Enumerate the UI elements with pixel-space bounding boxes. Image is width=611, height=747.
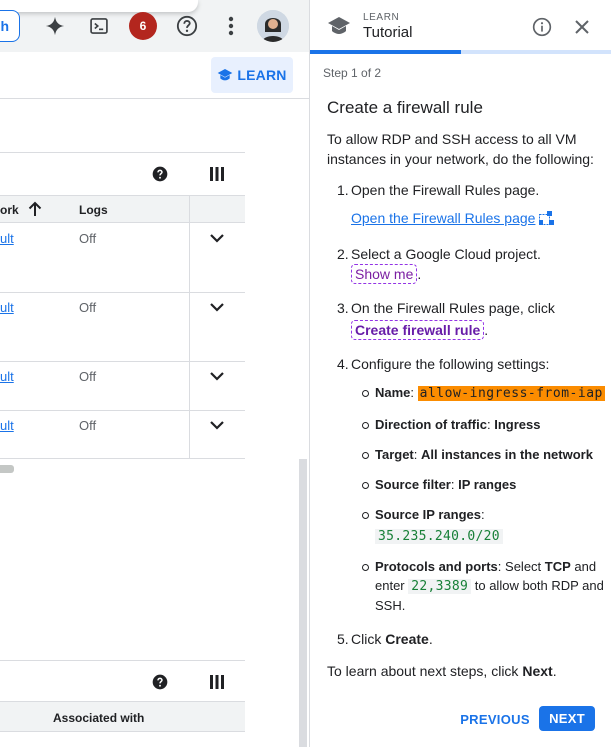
ports-code: 22,3389	[408, 579, 472, 594]
step-1-text: Open the Firewall Rules page.	[351, 182, 540, 198]
setting-value: Ingress	[494, 417, 541, 432]
close-icon[interactable]	[574, 19, 590, 40]
progress-bar	[310, 50, 611, 54]
setting-value: TCP	[544, 559, 571, 574]
more-vert-icon[interactable]	[216, 11, 246, 41]
setting-label: Source filter	[375, 477, 451, 492]
network-link[interactable]: ult	[0, 418, 14, 433]
panel-title: Tutorial	[363, 24, 413, 41]
table-help-icon[interactable]	[149, 671, 171, 693]
source-ip-code: 35.235.240.0/20	[375, 529, 503, 544]
setting-label: Target	[375, 447, 414, 462]
footer-prefix: To learn about next steps, click	[327, 663, 523, 679]
expand-chevron-icon[interactable]	[207, 297, 227, 317]
graduation-cap-icon	[327, 16, 351, 41]
show-me-button[interactable]: Show me	[351, 264, 418, 284]
setting-value: All instances in the network	[421, 447, 593, 462]
notifications-badge[interactable]: 6	[129, 12, 157, 40]
list-item: 2. Select a Google Cloud project. Show m…	[337, 246, 541, 284]
next-steps-text: To learn about next steps, click Next.	[327, 663, 557, 679]
list-item: 3. On the Firewall Rules page, click Cre…	[337, 300, 555, 340]
step-5-text: Click	[351, 631, 386, 647]
help-icon[interactable]	[172, 11, 202, 41]
progress-fill	[310, 50, 461, 54]
setting-label: Protocols and ports	[375, 559, 498, 574]
column-display-icon[interactable]	[206, 163, 228, 185]
logs-value: Off	[79, 300, 97, 315]
column-header-network[interactable]: ork	[0, 203, 19, 217]
logs-value: Off	[79, 369, 97, 384]
column-header-associated-with[interactable]: Associated with	[53, 711, 144, 725]
expand-chevron-icon[interactable]	[207, 415, 227, 435]
divider	[0, 660, 245, 661]
table-header: ork Logs	[0, 195, 245, 223]
setting-value: IP ranges	[458, 477, 517, 492]
horizontal-scrollbar[interactable]	[0, 465, 14, 473]
divider	[0, 98, 309, 99]
divider	[189, 195, 190, 459]
network-link[interactable]: ult	[0, 369, 14, 384]
tutorial-panel: LEARN Tutorial Step 1 of 2 Create a fire…	[309, 0, 611, 747]
step-2-text: Select a Google Cloud project.	[351, 246, 541, 262]
step-4-text: Configure the following settings:	[351, 356, 550, 372]
setting-label: Name	[375, 385, 411, 400]
avatar[interactable]	[257, 10, 289, 42]
network-link[interactable]: ult	[0, 300, 14, 315]
tutorial-heading: Create a firewall rule	[327, 98, 483, 117]
divider	[0, 152, 245, 153]
row-divider	[0, 292, 245, 293]
tutorial-intro: To allow RDP and SSH access to all VM in…	[327, 131, 594, 167]
list-item: Source filter: IP ranges	[351, 475, 607, 494]
previous-button[interactable]: PREVIOUS	[449, 707, 541, 731]
sort-arrow-up-icon[interactable]	[28, 201, 42, 222]
expand-chevron-icon[interactable]	[207, 228, 227, 248]
step-3-text: On the Firewall Rules page, click	[351, 300, 555, 316]
network-link[interactable]: ult	[0, 231, 14, 246]
setting-label: Source IP ranges	[375, 507, 481, 522]
step-5-bold: Create	[385, 631, 429, 647]
gemini-sparkle-icon[interactable]	[40, 11, 70, 41]
expand-chevron-icon[interactable]	[207, 366, 227, 386]
graduation-cap-icon	[218, 69, 233, 81]
list-item: 1. Open the Firewall Rules page. Open th…	[327, 180, 607, 230]
row-divider	[0, 410, 245, 411]
firewall-rules-link[interactable]: Open the Firewall Rules page	[351, 210, 535, 226]
steps-list: 1. Open the Firewall Rules page. Open th…	[327, 180, 607, 649]
console-background: h 6 LEARN ork Logs ult Off ult Off ult O…	[0, 0, 309, 747]
row-divider	[0, 361, 245, 362]
settings-list: Name: allow-ingress-from-iap Direction o…	[351, 383, 607, 615]
column-header-logs[interactable]: Logs	[79, 203, 108, 217]
cloud-shell-icon[interactable]	[84, 11, 114, 41]
panel-header: LEARN Tutorial	[310, 0, 611, 50]
learn-button-label: LEARN	[237, 67, 287, 83]
setting-text: Select	[505, 559, 545, 574]
list-item: Protocols and ports: Select TCP and ente…	[351, 557, 607, 615]
learn-button[interactable]: LEARN	[211, 57, 293, 93]
name-value-code: allow-ingress-from-iap	[417, 386, 605, 401]
info-icon[interactable]	[532, 17, 552, 42]
logs-value: Off	[79, 231, 97, 246]
list-item: Target: All instances in the network	[351, 445, 607, 464]
search-button[interactable]: h	[0, 10, 20, 42]
list-item: Direction of traffic: Ingress	[351, 415, 607, 434]
create-firewall-rule-button[interactable]: Create firewall rule	[351, 320, 485, 340]
footer-bold: Next	[522, 663, 553, 679]
table-header: Associated with	[0, 701, 245, 732]
open-in-new-icon[interactable]	[539, 210, 555, 230]
row-divider	[0, 458, 245, 459]
app-root: h 6 LEARN ork Logs ult Off ult Off ult O…	[0, 0, 611, 747]
next-button[interactable]: NEXT	[539, 706, 595, 731]
vertical-scrollbar[interactable]	[299, 459, 307, 747]
list-item: 5. Click Create.	[337, 631, 433, 647]
table-help-icon[interactable]	[149, 163, 171, 185]
logs-value: Off	[79, 418, 97, 433]
tutorial-content: Create a firewall rule To allow RDP and …	[327, 96, 607, 663]
panel-eyebrow: LEARN	[363, 12, 400, 23]
step-indicator: Step 1 of 2	[323, 66, 382, 80]
list-item: 4. Configure the following settings: Nam…	[327, 354, 607, 615]
column-display-icon[interactable]	[206, 671, 228, 693]
list-item: Source IP ranges: 35.235.240.0/20	[351, 505, 607, 546]
list-item: Name: allow-ingress-from-iap	[351, 383, 607, 404]
setting-label: Direction of traffic	[375, 417, 487, 432]
